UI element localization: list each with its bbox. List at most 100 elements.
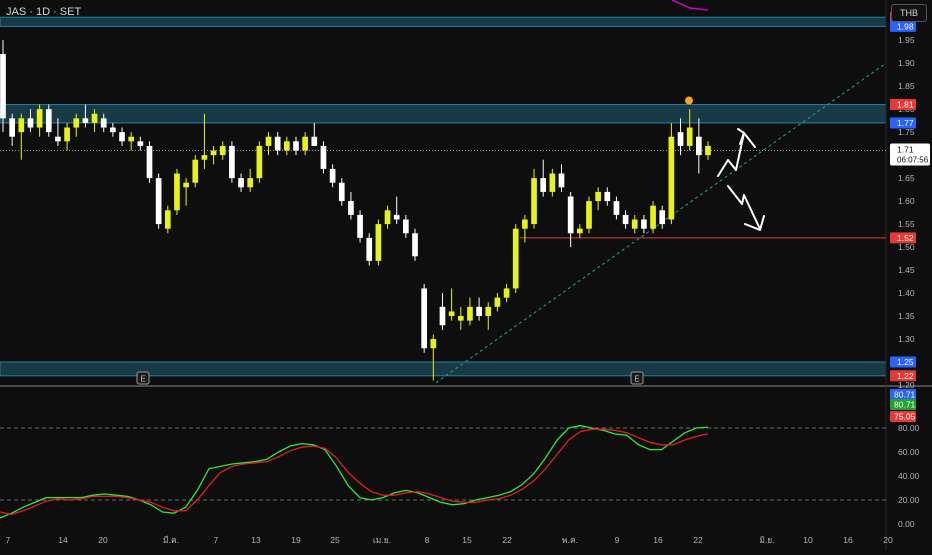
- candle-body: [110, 127, 116, 133]
- candle-body: [705, 145, 711, 156]
- last-price-label: 1.71: [897, 145, 914, 155]
- candle-body: [641, 219, 647, 229]
- currency-button[interactable]: THB: [891, 4, 927, 22]
- x-tick-label: เม.ย.: [373, 535, 391, 545]
- price-tick-label: 1.60: [898, 196, 915, 206]
- candle-body: [9, 118, 15, 137]
- earnings-marker: E: [630, 371, 644, 385]
- candle-body: [0, 53, 6, 119]
- candle-body: [512, 228, 519, 289]
- price-tag-label: 1.77: [897, 118, 914, 128]
- candle-body: [73, 118, 80, 128]
- stoch-tick-label: 80.00: [898, 423, 920, 433]
- x-tick-label: 16: [653, 535, 663, 545]
- candle-body: [366, 237, 373, 261]
- price-tick-label: 1.75: [898, 127, 915, 137]
- candle-body: [439, 306, 446, 326]
- stoch-value-tag-label: 80.71: [894, 390, 916, 400]
- x-tick-label: 13: [251, 535, 261, 545]
- candle-body: [549, 173, 556, 192]
- candle-body: [320, 145, 327, 169]
- candle-body: [494, 297, 501, 307]
- candle-body: [293, 141, 299, 151]
- candle-body: [100, 118, 107, 128]
- candle-body: [164, 210, 171, 229]
- candle-body: [421, 288, 428, 349]
- stoch-tick-label: 40.00: [898, 471, 920, 481]
- candle-body: [476, 306, 482, 317]
- candle-body: [348, 201, 354, 215]
- x-tick-label: 14: [58, 535, 68, 545]
- earnings-marker: E: [136, 371, 150, 385]
- candle-body: [18, 118, 25, 133]
- candle-body: [329, 168, 336, 183]
- candle-body: [45, 109, 52, 133]
- candle-body: [622, 214, 629, 225]
- price-tag-label: 1.52: [897, 233, 914, 243]
- zone-1: [0, 104, 887, 124]
- candle-body: [531, 178, 537, 225]
- candle-body: [467, 306, 473, 321]
- x-tick-label: 9: [615, 535, 620, 545]
- price-tick-label: 1.20: [898, 380, 915, 390]
- candle-body: [128, 136, 135, 142]
- candle-body: [567, 196, 574, 234]
- x-tick-label: 16: [843, 535, 853, 545]
- price-tick-label: 1.90: [898, 58, 915, 68]
- candle-body: [219, 145, 226, 156]
- candle-body: [183, 182, 189, 188]
- earnings-marker-label: E: [634, 375, 639, 384]
- candle-body: [174, 173, 180, 211]
- candle-body: [64, 127, 70, 142]
- candle-body: [412, 233, 418, 257]
- x-tick-label: 7: [214, 535, 219, 545]
- price-tick-label: 1.50: [898, 242, 915, 252]
- price-tag-label: 1.22: [897, 371, 914, 381]
- candle-body: [430, 339, 437, 349]
- price-tag-label: 1.81: [897, 100, 914, 110]
- candle-body: [375, 224, 382, 261]
- x-tick-label: พ.ค.: [562, 535, 578, 545]
- price-tick-label: 1.35: [898, 311, 915, 321]
- candle-body: [91, 113, 98, 123]
- stoch-tick-label: 20.00: [898, 495, 920, 505]
- stoch-tick-label: 0.00: [898, 519, 915, 529]
- candle-body: [576, 228, 583, 234]
- candle-body: [677, 132, 684, 146]
- x-tick-label: 7: [6, 535, 11, 545]
- candle-body: [586, 201, 592, 229]
- stoch-tick-label: 60.00: [898, 447, 920, 457]
- candle-body: [604, 191, 611, 202]
- candle-body: [631, 219, 638, 229]
- candle-body: [256, 145, 263, 179]
- candle-body: [155, 178, 162, 225]
- candle-body: [36, 109, 43, 128]
- chart-canvas[interactable]: 80.0060.0040.0020.000.0080.7180.7175.05 …: [0, 0, 932, 550]
- candle-body: [522, 219, 528, 229]
- price-tag-label: 1.98: [897, 22, 914, 32]
- candle-body: [338, 182, 345, 202]
- price-tick-label: 1.55: [898, 219, 915, 229]
- earnings-marker-label: E: [140, 375, 145, 384]
- candle-body: [650, 205, 656, 229]
- candle-body: [595, 191, 601, 202]
- candle-body: [503, 288, 510, 298]
- candle-body: [696, 136, 702, 156]
- candle-body: [302, 136, 308, 151]
- candle-body: [238, 178, 244, 188]
- candle-body: [283, 141, 290, 151]
- x-tick-label: มิ.ย.: [759, 535, 774, 545]
- zone-2: [0, 361, 887, 377]
- candle-body: [403, 219, 409, 234]
- price-tick-label: 1.30: [898, 334, 915, 344]
- x-tick-label: 20: [883, 535, 893, 545]
- candle-body: [558, 173, 565, 188]
- candle-body: [27, 118, 34, 128]
- candle-body: [668, 136, 675, 220]
- x-tick-label: 19: [291, 535, 301, 545]
- candle-body: [311, 136, 318, 146]
- x-tick-label: 22: [502, 535, 512, 545]
- zone-0: [0, 16, 887, 27]
- price-tag-label: 1.25: [897, 357, 914, 367]
- candle-body: [82, 118, 89, 123]
